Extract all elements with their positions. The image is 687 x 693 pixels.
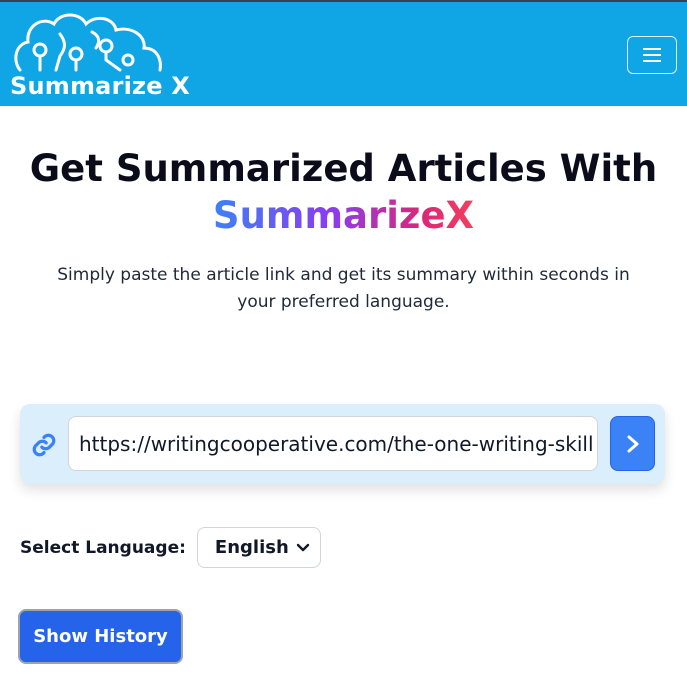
- show-history-button[interactable]: Show History: [18, 609, 183, 664]
- hamburger-menu-icon: [643, 48, 661, 62]
- logo-text: Summarize X: [10, 72, 190, 100]
- menu-button[interactable]: [627, 36, 677, 74]
- logo[interactable]: Summarize X: [10, 12, 190, 102]
- hero-section: Get Summarized Articles With SummarizeX …: [0, 106, 687, 316]
- link-icon: [32, 433, 56, 457]
- summarize-submit-button[interactable]: [610, 416, 655, 471]
- brand-title: SummarizeX: [213, 192, 474, 240]
- url-form: https://writingcooperative.com/the-one-w…: [20, 404, 665, 484]
- page-subtitle: Simply paste the article link and get it…: [57, 265, 630, 312]
- language-selected-value: English: [214, 537, 289, 558]
- cloud-circuit-icon: [14, 13, 162, 72]
- navbar: Summarize X: [0, 2, 687, 106]
- chevron-down-icon: [296, 543, 310, 551]
- chevron-right-icon: [627, 435, 638, 452]
- language-label: Select Language:: [20, 537, 186, 558]
- language-select[interactable]: English: [196, 527, 321, 568]
- page-title: Get Summarized Articles With: [29, 147, 658, 190]
- article-url-input[interactable]: https://writingcooperative.com/the-one-w…: [68, 416, 598, 471]
- language-row: Select Language: English: [20, 527, 321, 568]
